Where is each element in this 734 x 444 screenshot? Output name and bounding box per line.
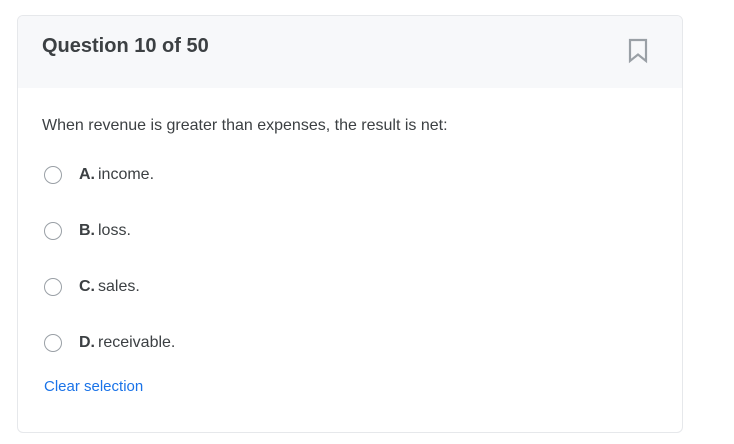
radio-unchecked-icon[interactable] bbox=[44, 278, 62, 296]
option-text: sales. bbox=[98, 278, 140, 295]
option-b[interactable]: B. loss. bbox=[44, 219, 131, 243]
option-a[interactable]: A. income. bbox=[44, 163, 154, 187]
option-c[interactable]: C. sales. bbox=[44, 275, 140, 299]
option-d[interactable]: D. receivable. bbox=[44, 331, 175, 355]
option-text: loss. bbox=[98, 222, 131, 239]
radio-unchecked-icon[interactable] bbox=[44, 222, 62, 240]
question-card: Question 10 of 50 When revenue is greate… bbox=[17, 15, 683, 433]
radio-unchecked-icon[interactable] bbox=[44, 334, 62, 352]
option-letter: A. bbox=[79, 166, 95, 183]
question-counter: Question 10 of 50 bbox=[42, 35, 209, 57]
question-header: Question 10 of 50 bbox=[18, 16, 682, 88]
option-letter: C. bbox=[79, 278, 95, 295]
clear-selection-link[interactable]: Clear selection bbox=[44, 378, 143, 395]
option-text: receivable. bbox=[98, 334, 176, 351]
question-text: When revenue is greater than expenses, t… bbox=[42, 117, 448, 134]
radio-unchecked-icon[interactable] bbox=[44, 166, 62, 184]
option-letter: B. bbox=[79, 222, 95, 239]
option-letter: D. bbox=[79, 334, 95, 351]
bookmark-icon[interactable] bbox=[626, 38, 650, 64]
option-text: income. bbox=[98, 166, 155, 183]
